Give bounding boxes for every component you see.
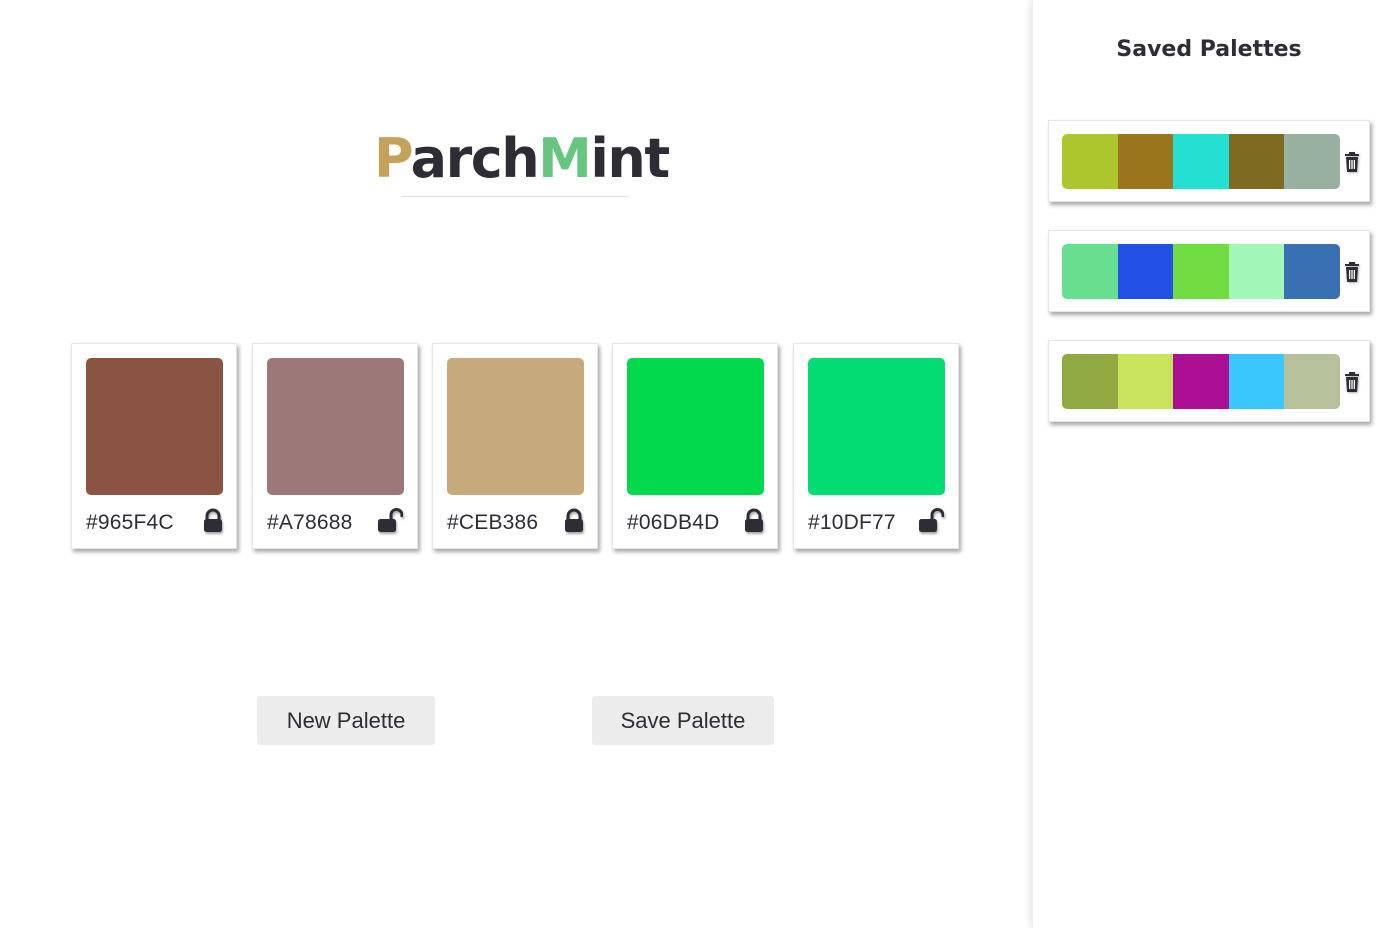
- trash-icon[interactable]: [1343, 371, 1361, 393]
- color-swatch[interactable]: [267, 358, 404, 495]
- color-card: #06DB4D: [612, 343, 778, 549]
- saved-color-chip: [1228, 134, 1285, 189]
- unlock-icon[interactable]: [377, 508, 403, 534]
- saved-palette[interactable]: [1048, 120, 1370, 202]
- color-hex: #965F4C: [86, 511, 174, 534]
- saved-color-chip: [1284, 354, 1340, 409]
- lock-icon[interactable]: [200, 508, 226, 534]
- color-hex: #CEB386: [447, 511, 539, 534]
- new-palette-button[interactable]: New Palette: [257, 696, 435, 745]
- saved-color-chip: [1173, 134, 1229, 189]
- palette-cards: #965F4C #A78688 #CEB386 #06DB4D #10DF77: [71, 343, 971, 553]
- color-swatch[interactable]: [86, 358, 223, 495]
- saved-palette[interactable]: [1048, 340, 1370, 422]
- saved-color-chip: [1228, 244, 1285, 299]
- trash-icon[interactable]: [1343, 261, 1361, 283]
- saved-palettes-sidebar: Saved Palettes: [1032, 0, 1380, 928]
- main-area: ParchMint #965F4C #A78688 #CEB386 #06DB4…: [0, 0, 1032, 928]
- color-swatch[interactable]: [447, 358, 584, 495]
- logo-letter-m: M: [538, 127, 592, 190]
- saved-color-chip: [1173, 354, 1229, 409]
- app-logo: ParchMint: [374, 127, 670, 190]
- trash-icon[interactable]: [1343, 151, 1361, 173]
- saved-color-chip: [1284, 134, 1340, 189]
- logo-text-arch: arch: [410, 127, 540, 190]
- color-swatch[interactable]: [808, 358, 945, 495]
- logo-letter-p: P: [374, 127, 412, 190]
- color-card: #CEB386: [432, 343, 598, 549]
- saved-color-chip: [1062, 134, 1118, 189]
- saved-color-chip: [1117, 244, 1174, 299]
- color-hex: #06DB4D: [627, 511, 720, 534]
- logo-divider: [402, 196, 628, 197]
- logo-text-int: int: [590, 127, 670, 190]
- saved-color-chip: [1284, 244, 1340, 299]
- saved-color-chip: [1117, 354, 1174, 409]
- sidebar-title: Saved Palettes: [1116, 37, 1302, 62]
- save-palette-button[interactable]: Save Palette: [592, 696, 774, 745]
- saved-palette-strip[interactable]: [1062, 354, 1340, 409]
- saved-color-chip: [1062, 244, 1118, 299]
- color-hex: #A78688: [267, 511, 353, 534]
- color-card: #965F4C: [71, 343, 237, 549]
- color-card: #A78688: [252, 343, 418, 549]
- color-swatch[interactable]: [627, 358, 764, 495]
- saved-palette[interactable]: [1048, 230, 1370, 312]
- lock-icon[interactable]: [741, 508, 767, 534]
- saved-color-chip: [1173, 244, 1229, 299]
- saved-palette-strip[interactable]: [1062, 134, 1340, 189]
- color-card: #10DF77: [793, 343, 959, 549]
- lock-icon[interactable]: [561, 508, 587, 534]
- color-hex: #10DF77: [808, 511, 896, 534]
- saved-color-chip: [1062, 354, 1118, 409]
- saved-color-chip: [1228, 354, 1285, 409]
- saved-palette-strip[interactable]: [1062, 244, 1340, 299]
- saved-color-chip: [1117, 134, 1174, 189]
- unlock-icon[interactable]: [918, 508, 944, 534]
